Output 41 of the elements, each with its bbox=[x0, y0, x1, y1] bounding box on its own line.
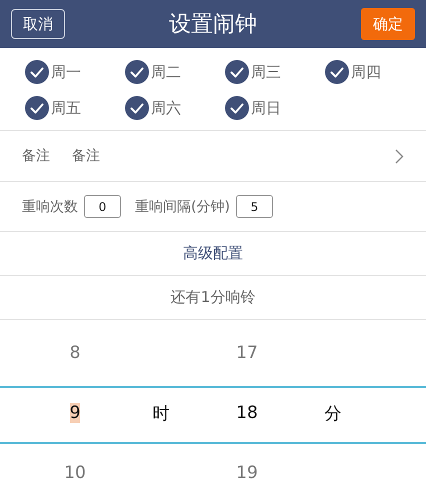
check-icon bbox=[230, 102, 244, 114]
day-label: 周五 bbox=[51, 98, 81, 118]
snooze-interval-label: 重响间隔(分钟) bbox=[135, 198, 230, 216]
day-label: 周六 bbox=[151, 98, 181, 118]
day-checkbox[interactable] bbox=[25, 96, 49, 120]
day-checkbox[interactable] bbox=[225, 60, 249, 84]
picker-selected-value[interactable]: 9 bbox=[70, 403, 80, 423]
day-label: 周三 bbox=[251, 62, 281, 82]
snooze-count-field[interactable]: 0 bbox=[84, 195, 121, 218]
snooze-interval-field[interactable]: 5 bbox=[236, 195, 273, 218]
advanced-settings-link[interactable]: 高级配置 bbox=[183, 244, 243, 263]
picker-option[interactable]: 17 bbox=[236, 343, 258, 363]
day-label: 周日 bbox=[251, 98, 281, 118]
check-icon bbox=[230, 66, 244, 78]
unit-label: 分 bbox=[324, 402, 342, 424]
picker-option[interactable]: 10 bbox=[64, 463, 86, 483]
check-icon bbox=[130, 66, 144, 78]
day-checkbox[interactable] bbox=[25, 60, 49, 84]
day-checkbox[interactable] bbox=[225, 96, 249, 120]
note-value: 备注 bbox=[72, 147, 101, 165]
day-checkbox[interactable] bbox=[325, 60, 349, 84]
check-icon bbox=[330, 66, 344, 78]
day-label: 周一 bbox=[51, 62, 81, 82]
screen-title: 设置闹钟 bbox=[169, 11, 257, 39]
picker-selected-value[interactable]: 18 bbox=[236, 403, 258, 423]
note-row[interactable]: 备注 备注 bbox=[0, 131, 426, 182]
picker-option[interactable]: 8 bbox=[70, 343, 80, 363]
cancel-button[interactable]: 取消 bbox=[11, 9, 65, 39]
remaining-time-text: 还有1分响铃 bbox=[170, 288, 256, 307]
check-icon bbox=[30, 102, 44, 114]
day-label: 周四 bbox=[351, 62, 381, 82]
check-icon bbox=[30, 66, 44, 78]
day-label: 周二 bbox=[151, 62, 181, 82]
snooze-count-label: 重响次数 bbox=[22, 198, 78, 216]
chevron-right-icon bbox=[395, 148, 404, 164]
picker-option[interactable]: 19 bbox=[236, 463, 258, 483]
day-checkbox[interactable] bbox=[125, 96, 149, 120]
day-checkbox[interactable] bbox=[125, 60, 149, 84]
unit-label: 时 bbox=[152, 402, 170, 424]
note-label: 备注 bbox=[22, 147, 50, 165]
check-icon bbox=[130, 102, 144, 114]
